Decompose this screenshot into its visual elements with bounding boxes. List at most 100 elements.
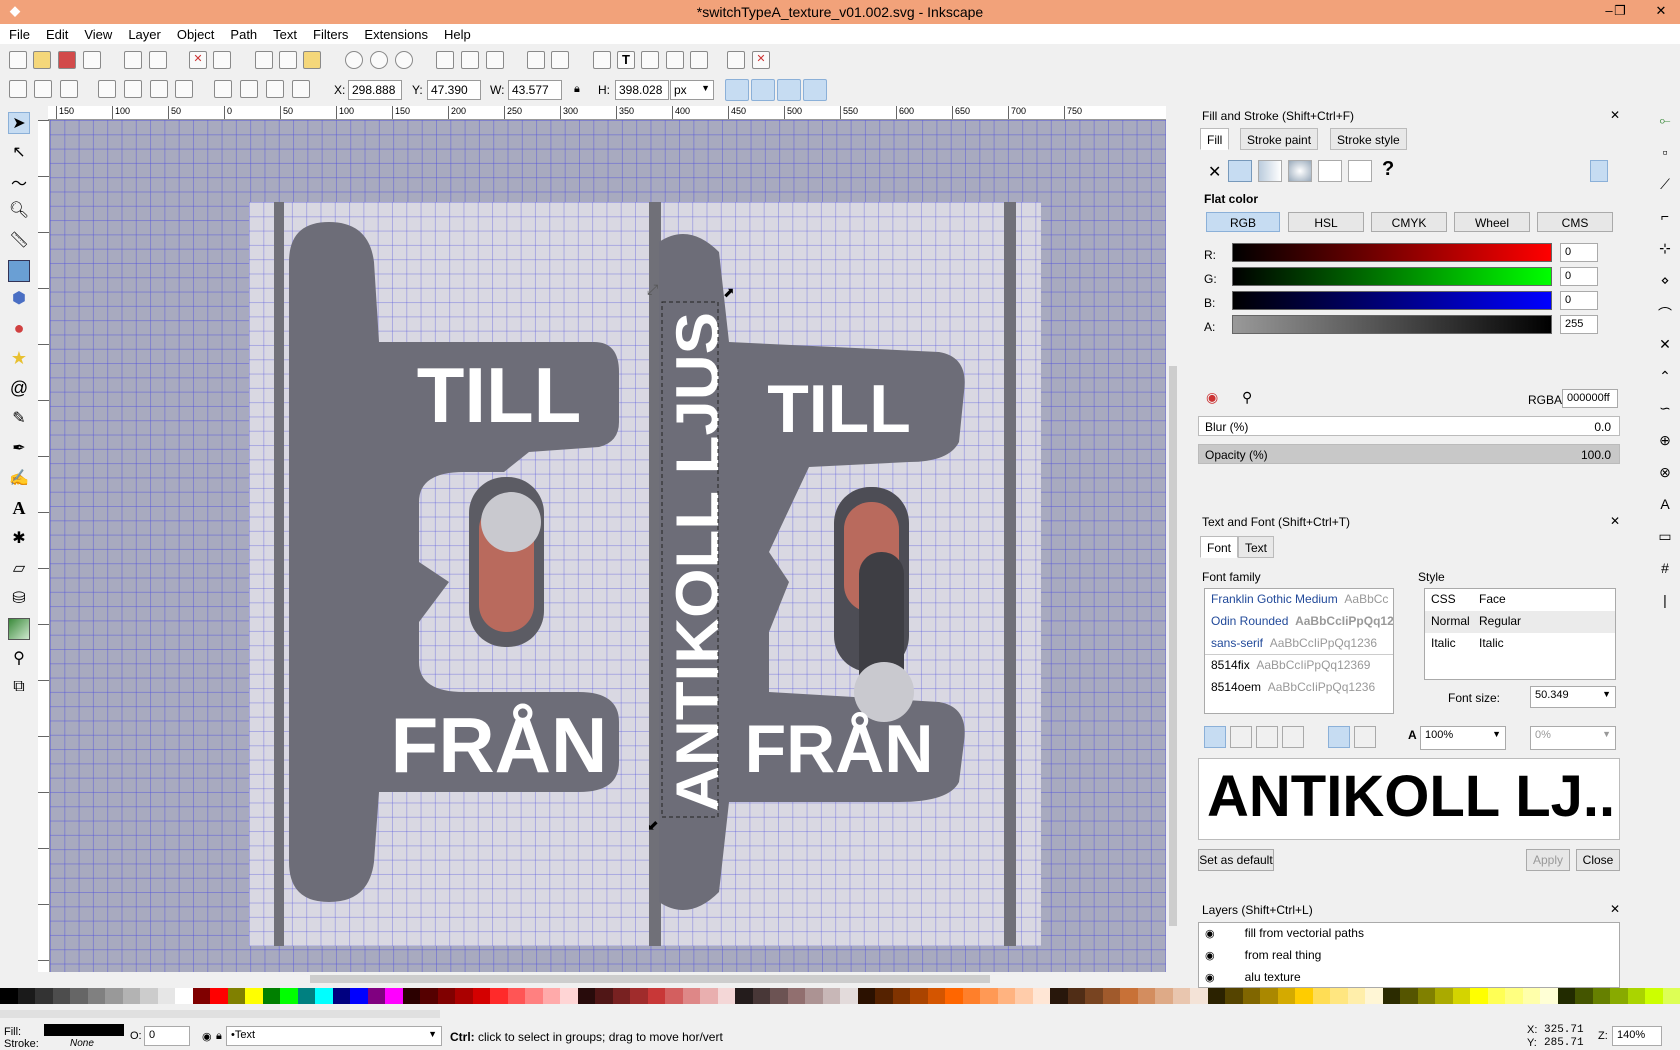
snap-cusp-icon[interactable]: ⌃ (1654, 368, 1676, 390)
drawing-canvas[interactable]: TILL FRÅN TILL FRÅN ANTIKOLL LJUS ⤢ ⬈ ⬋ (50, 120, 1166, 972)
tab-fill[interactable]: Fill (1200, 128, 1230, 150)
palette-swatch[interactable] (1207, 988, 1225, 1004)
palette-swatch[interactable] (280, 988, 298, 1004)
palette-swatch[interactable] (822, 988, 840, 1004)
snap-page-icon[interactable]: ▭ (1654, 528, 1676, 550)
r-slider[interactable] (1232, 243, 1552, 262)
palette-swatch[interactable] (1645, 988, 1663, 1004)
palette-swatch[interactable] (980, 988, 998, 1004)
palette-swatch[interactable] (892, 988, 910, 1004)
layer-select[interactable]: •Text ▼ (226, 1026, 442, 1046)
zoom-page-icon[interactable] (395, 51, 413, 69)
palette-swatch[interactable] (385, 988, 403, 1004)
dropper-tool-icon[interactable]: ⚲ (8, 648, 30, 670)
close-window-button[interactable]: ✕ (1650, 3, 1672, 19)
palette-swatch[interactable] (717, 988, 735, 1004)
palette-swatch[interactable] (1137, 988, 1155, 1004)
horizontal-scrollbar[interactable] (50, 972, 1166, 986)
palette-swatch[interactable] (1295, 988, 1313, 1004)
palette-swatch[interactable] (0, 988, 18, 1004)
hsl-mode-button[interactable]: HSL (1288, 212, 1364, 232)
scale-corners-toggle[interactable] (751, 79, 775, 101)
palette-swatch[interactable] (1225, 988, 1243, 1004)
palette-swatch[interactable] (735, 988, 753, 1004)
spray-tool-icon[interactable]: ✱ (8, 528, 30, 550)
font-family-item[interactable]: sans-serif AaBbCcIiPpQq1236 (1205, 633, 1393, 655)
menu-text[interactable]: Text (264, 24, 304, 42)
document-properties-icon[interactable] (727, 51, 745, 69)
redo-icon[interactable] (213, 51, 231, 69)
pencil-tool-icon[interactable]: ✎ (8, 408, 30, 430)
horizontal-ruler[interactable]: 150 100 50 0 50 100 150 200 250 300 350 400 450 500 55… (48, 106, 1166, 120)
palette-swatch[interactable] (1417, 988, 1435, 1004)
raise-to-top-icon[interactable] (214, 80, 232, 98)
palette-swatch[interactable] (787, 988, 805, 1004)
unset-paint-icon[interactable]: ? (1382, 158, 1394, 181)
eye-icon[interactable]: ◉ (202, 1030, 212, 1043)
palette-swatch[interactable] (1487, 988, 1505, 1004)
vertical-ruler[interactable] (38, 120, 50, 972)
palette-swatch[interactable] (245, 988, 263, 1004)
palette-swatch[interactable] (875, 988, 893, 1004)
font-family-item[interactable]: 8514oem AaBbCcIiPpQq1236 (1205, 677, 1393, 699)
palette-swatch[interactable] (367, 988, 385, 1004)
b-value[interactable]: 0 (1560, 291, 1598, 310)
palette-swatch[interactable] (577, 988, 595, 1004)
flat-color-button[interactable] (1228, 160, 1252, 182)
palette-swatch[interactable] (350, 988, 368, 1004)
calligraphy-tool-icon[interactable]: ✍ (8, 468, 30, 490)
spiral-tool-icon[interactable]: @ (8, 378, 30, 400)
print-icon[interactable] (83, 51, 101, 69)
zoom-tool-icon[interactable]: 🔍︎ (8, 200, 30, 222)
palette-swatch[interactable] (927, 988, 945, 1004)
palette-swatch[interactable] (560, 988, 578, 1004)
palette-swatch[interactable] (1102, 988, 1120, 1004)
palette-swatch[interactable] (1470, 988, 1488, 1004)
blur-slider[interactable]: Blur (%) 0.0 (1198, 416, 1620, 436)
close-icon[interactable]: ✕ (1610, 108, 1620, 122)
palette-swatch[interactable] (1260, 988, 1278, 1004)
palette-swatch[interactable] (612, 988, 630, 1004)
tab-font[interactable]: Font (1200, 536, 1239, 558)
scale-stroke-toggle[interactable] (725, 79, 749, 101)
cut-icon[interactable] (279, 51, 297, 69)
measure-tool-icon[interactable]: 📏︎ (8, 230, 30, 252)
menu-layer[interactable]: Layer (119, 24, 168, 42)
palette-swatch[interactable] (490, 988, 508, 1004)
palette-swatch[interactable] (857, 988, 875, 1004)
palette-swatch[interactable] (1662, 988, 1680, 1004)
opacity-spin[interactable]: 0 (144, 1026, 190, 1046)
palette-swatch[interactable] (1242, 988, 1260, 1004)
menu-edit[interactable]: Edit (37, 24, 75, 42)
w-field[interactable]: 43.577 (508, 80, 562, 100)
horizontal-text-button[interactable] (1328, 726, 1350, 748)
layer-item[interactable]: ◉ alu texture (1199, 967, 1619, 987)
text-font-icon[interactable]: T (617, 51, 635, 69)
move-gradients-toggle[interactable] (777, 79, 801, 101)
gradient-tool-icon[interactable] (8, 618, 30, 640)
palette-swatch[interactable] (192, 988, 210, 1004)
text-tool-icon[interactable]: A (8, 498, 30, 520)
resize-handle-icon[interactable]: ⬈ (723, 284, 735, 300)
palette-swatch[interactable] (1610, 988, 1628, 1004)
scroll-thumb-v[interactable] (1169, 366, 1177, 926)
snap-bbox-icon[interactable]: ▫ (1654, 144, 1676, 166)
palette-swatch[interactable] (1155, 988, 1173, 1004)
flip-vertical-icon[interactable] (175, 80, 193, 98)
palette-swatch[interactable] (227, 988, 245, 1004)
palette-swatch[interactable] (1015, 988, 1033, 1004)
y-field[interactable]: 47.390 (427, 80, 481, 100)
palette-swatch[interactable] (210, 988, 228, 1004)
undo-icon[interactable]: ✕ (189, 51, 207, 69)
linear-gradient-button[interactable] (1258, 160, 1282, 182)
palette-swatch[interactable] (1505, 988, 1523, 1004)
node-tool-icon[interactable]: ↖ (8, 142, 30, 164)
menu-object[interactable]: Object (168, 24, 222, 42)
close-icon[interactable]: ✕ (1610, 514, 1620, 528)
font-family-list[interactable]: Franklin Gothic Medium AaBbCc Odin Round… (1204, 588, 1394, 714)
snap-corners-icon[interactable]: ⌐ (1654, 208, 1676, 230)
ellipse-tool-icon[interactable]: ● (8, 318, 30, 340)
wheel-mode-button[interactable]: Wheel (1454, 212, 1530, 232)
lock-ratio-icon[interactable]: 🔒︎ (574, 83, 580, 96)
close-button[interactable]: Close (1576, 849, 1620, 871)
